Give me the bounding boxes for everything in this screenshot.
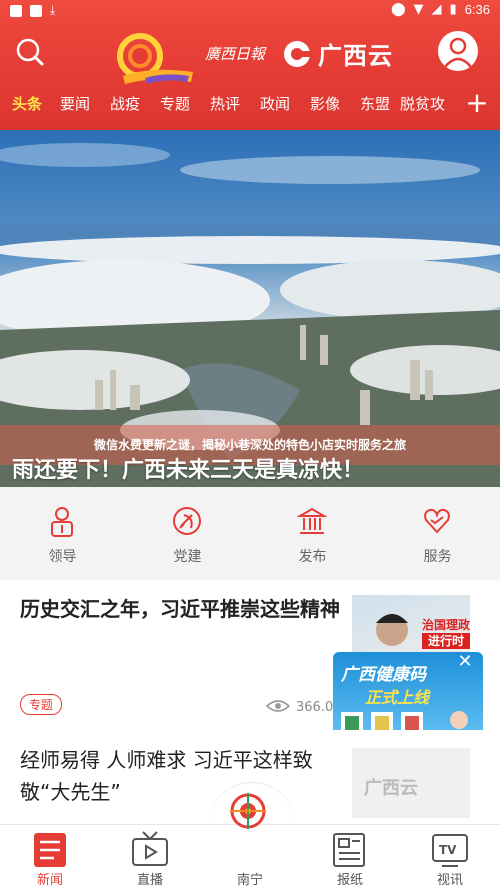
quick-links: 领导 党建 发布 服务 [0,488,500,580]
clock: 6:36 [464,2,490,17]
popup-title: 广西健康码 [341,665,426,685]
nav-live[interactable]: 直播 [100,825,200,889]
news-title: 历史交汇之年，习近平推崇这些精神 [20,597,340,621]
tv-icon [132,831,168,866]
notification-icon [30,4,42,17]
tab-special[interactable]: 专题 [160,93,190,114]
topic-badge: 专题 [20,694,63,715]
svg-text:TV: TV [439,843,457,857]
user-avatar-button[interactable] [438,31,478,71]
nav-label: 南宁 [236,873,263,888]
newspaper-icon [333,833,365,867]
party-icon [173,507,201,535]
tab-commentary[interactable]: 热评 [210,93,240,114]
anniversary-emblem [105,32,195,87]
nav-news[interactable]: 新闻 [0,825,100,889]
nav-label: 视讯 [436,873,463,888]
thumbnail-caption-line: 进行时 [422,633,470,649]
nav-newspaper[interactable]: 报纸 [300,825,400,889]
plus-icon: + [465,86,489,119]
government-icon [297,507,327,534]
tab-headlines[interactable]: 头条 [12,93,42,114]
quick-link-label: 发布 [298,549,327,565]
app-name: 广西云 [318,42,393,70]
newspaper-signature: 廣西日報 [205,45,266,63]
nav-label: 直播 [136,873,163,888]
video-tv-icon: TV [432,834,468,867]
notification-icons: ⤓ [10,3,55,18]
popup-close-button[interactable]: ✕ [455,652,475,672]
tab-poverty[interactable]: 脱贫攻 [400,93,452,114]
app-logo: 广西云 [282,36,393,71]
quick-link-publish[interactable]: 发布 [250,488,375,580]
thumbnail-logo: 广西云 [364,778,418,799]
wifi-icon: ▼ [413,2,424,17]
nanning-emblem-icon [230,793,266,829]
thumbnail-caption-line: 治国理政 [422,618,470,632]
notification-icon [10,4,22,17]
system-indicators: ⬤ ▼ ◢ ▮ 6:36 [391,2,490,17]
location-icon: ⬤ [390,2,406,17]
quick-link-party[interactable]: 党建 [125,488,250,580]
nav-nanning[interactable]: 南宁 [200,793,300,889]
nav-label: 新闻 [36,873,63,888]
status-bar: ⤓ ⬤ ▼ ◢ ▮ 6:36 [0,0,500,22]
news-icon [34,833,66,867]
leader-icon [51,507,73,537]
battery-icon: ▮ [449,2,457,17]
nav-video[interactable]: TV 视讯 [400,825,500,889]
close-icon: ✕ [457,651,473,672]
news-title: 经师易得 人师难求 习近平这样致敬“大先生” [20,748,313,804]
download-icon: ⤓ [50,3,56,17]
quick-link-label: 服务 [423,549,452,565]
news-thumbnail: 广西云 [352,748,470,818]
search-icon [16,38,44,66]
popup-subtitle: 正式上线 [365,688,430,707]
banner-caption: 微信水费更新之谜，揭秘小巷深处的特色小店实时服务之旅 [93,438,406,452]
tab-epidemic[interactable]: 战疫 [110,93,140,114]
eye-icon [266,699,290,712]
heart-icon [424,508,450,534]
signal-icon: ◢ [431,2,442,17]
bottom-navigation: 新闻 直播 南宁 报纸 TV 视讯 [0,793,500,889]
channel-tabs: 头条 要闻 战疫 专题 热评 政闻 影像 东盟 脱贫攻 + [0,84,500,124]
quick-link-label: 党建 [173,549,202,565]
header-bar: 廣西日報 广西云 [0,22,500,84]
add-channel-button[interactable]: + [462,83,492,123]
tab-asean[interactable]: 东盟 [360,93,390,114]
tab-images[interactable]: 影像 [310,93,340,114]
quick-link-label: 领导 [48,549,77,565]
cloud-logo-icon [284,40,311,67]
quick-link-leader[interactable]: 领导 [0,488,125,580]
user-icon [444,37,472,68]
thumbnail-caption: 治国理政 进行时 [422,617,470,649]
banner-title: 雨还要下！广西未来三天是真凉快！ [12,458,365,483]
tab-politics[interactable]: 政闻 [260,93,290,114]
search-button[interactable] [14,36,46,68]
nav-label: 报纸 [336,873,363,888]
quick-link-service[interactable]: 服务 [375,488,500,580]
tab-important-news[interactable]: 要闻 [60,93,90,114]
